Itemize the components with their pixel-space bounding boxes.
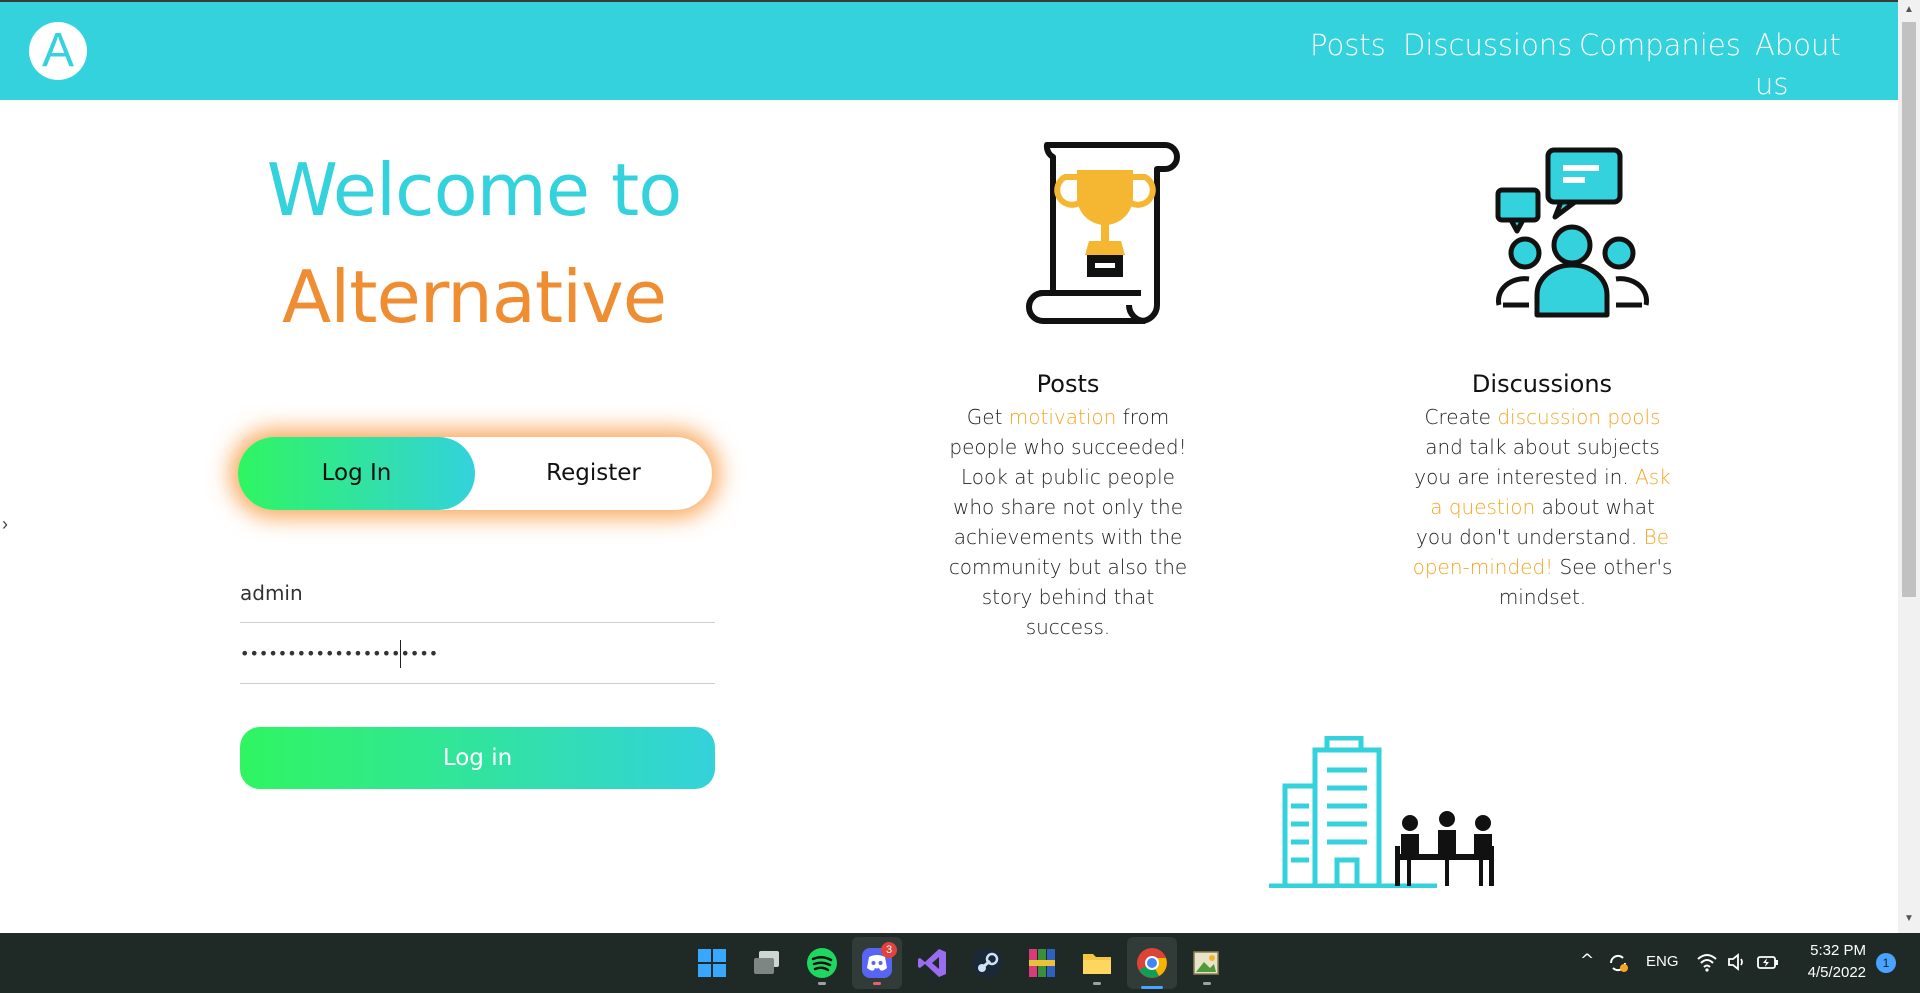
discord-notification-badge: 3 xyxy=(881,942,897,958)
battery-charging-icon[interactable] xyxy=(1756,952,1780,972)
explorer-running-indicator xyxy=(1093,982,1101,985)
page-scrollbar[interactable]: ▲ ▼ xyxy=(1898,0,1920,933)
companies-building-meeting-icon xyxy=(1269,736,1494,888)
chrome-icon[interactable] xyxy=(1135,946,1169,980)
browser-page: A Posts Discussions Companies About us ▲… xyxy=(0,0,1920,993)
sync-update-icon[interactable] xyxy=(1606,951,1630,975)
auth-mode-toggle: Log In Register xyxy=(238,437,712,510)
brand-heading: Alternative xyxy=(281,255,667,339)
text-caret xyxy=(400,640,401,668)
scroll-up-arrow-icon[interactable]: ▲ xyxy=(1898,4,1920,18)
password-field[interactable] xyxy=(240,624,715,684)
spotify-running-indicator xyxy=(818,982,826,985)
image-viewer-running-indicator xyxy=(1203,982,1211,985)
feature-text-discussions: Create discussion pools and talk about s… xyxy=(1412,405,1673,609)
steam-icon[interactable] xyxy=(970,946,1004,980)
task-view-icon[interactable] xyxy=(750,946,784,980)
image-viewer-icon[interactable] xyxy=(1190,946,1224,980)
tab-log-in[interactable]: Log In xyxy=(238,437,475,510)
feature-title-discussions: Discussions xyxy=(1471,370,1613,398)
volume-icon[interactable] xyxy=(1726,952,1748,972)
nav-link-about-us[interactable]: About us xyxy=(1755,26,1845,104)
wifi-icon[interactable] xyxy=(1696,952,1718,972)
log-in-button[interactable]: Log in xyxy=(240,727,715,789)
trophy-scroll-icon xyxy=(1026,142,1180,324)
chrome-focused-indicator xyxy=(1141,986,1163,989)
side-panel-chevron-icon[interactable]: › xyxy=(2,514,8,535)
scroll-down-arrow-icon[interactable]: ▼ xyxy=(1898,913,1920,927)
windows-taskbar: 3 ^ ENG 5:32 PM 4/5/2022 1 xyxy=(0,933,1920,993)
site-logo[interactable]: A xyxy=(29,22,87,80)
people-discussion-icon xyxy=(1495,147,1649,318)
winrar-icon[interactable] xyxy=(1025,946,1059,980)
notification-center-badge[interactable]: 1 xyxy=(1876,953,1896,973)
spotify-icon[interactable] xyxy=(805,946,839,980)
nav-link-discussions[interactable]: Discussions xyxy=(1403,26,1572,65)
username-field[interactable] xyxy=(240,563,715,623)
welcome-heading: Welcome to xyxy=(266,148,683,232)
top-navbar: A Posts Discussions Companies About us xyxy=(0,0,1898,101)
feature-text-posts: Get motivation from people who succeeded… xyxy=(948,405,1188,639)
nav-link-companies[interactable]: Companies xyxy=(1579,26,1741,65)
file-explorer-icon[interactable] xyxy=(1080,946,1114,980)
language-indicator[interactable]: ENG xyxy=(1646,953,1679,970)
clock-time[interactable]: 5:32 PM xyxy=(1806,942,1866,959)
nav-link-posts[interactable]: Posts xyxy=(1310,26,1386,65)
scroll-thumb[interactable] xyxy=(1902,22,1916,597)
clock-date[interactable]: 4/5/2022 xyxy=(1794,964,1866,981)
visual-studio-icon[interactable] xyxy=(915,946,949,980)
discord-running-indicator xyxy=(873,982,881,985)
tab-register[interactable]: Register xyxy=(475,437,712,510)
show-hidden-icons-chevron-icon[interactable]: ^ xyxy=(1580,951,1594,971)
feature-title-posts: Posts xyxy=(1036,370,1100,398)
windows-start-icon[interactable] xyxy=(695,946,729,980)
